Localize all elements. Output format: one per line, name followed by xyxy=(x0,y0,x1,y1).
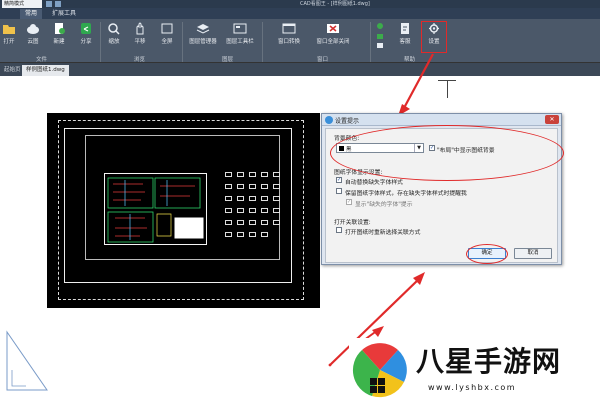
dialog-title: 设置提示 xyxy=(335,118,360,125)
reselect-association-checkbox[interactable] xyxy=(336,227,342,233)
reselect-association-label: 打开图纸时重新选择关联方式 xyxy=(345,230,421,236)
keep-style-label: 保留图纸字体样式，存在缺失字体样式时提醒我 xyxy=(345,191,467,197)
cancel-button[interactable]: 取消 xyxy=(514,248,552,259)
close-button[interactable]: ✕ xyxy=(545,115,559,124)
watermark-title: 八星手游网 xyxy=(416,345,562,378)
open-section-label: 打开关联设置: xyxy=(334,220,371,226)
bg-color-highlight xyxy=(330,125,564,181)
auto-replace-checkbox[interactable]: ✓ xyxy=(336,177,342,183)
auto-replace-label: 自动替换缺失字体样式 xyxy=(345,180,403,186)
watermark-logo-icon xyxy=(352,343,407,398)
show-missing-font-checkbox[interactable]: ✓ xyxy=(346,199,352,205)
show-missing-font-label: 显示"缺失的字体"提示 xyxy=(355,202,413,208)
watermark-url: www.lyshbx.com xyxy=(428,383,517,392)
dialog-app-icon xyxy=(325,116,333,124)
keep-style-checkbox[interactable] xyxy=(336,188,342,194)
ok-button-highlight xyxy=(466,244,508,264)
